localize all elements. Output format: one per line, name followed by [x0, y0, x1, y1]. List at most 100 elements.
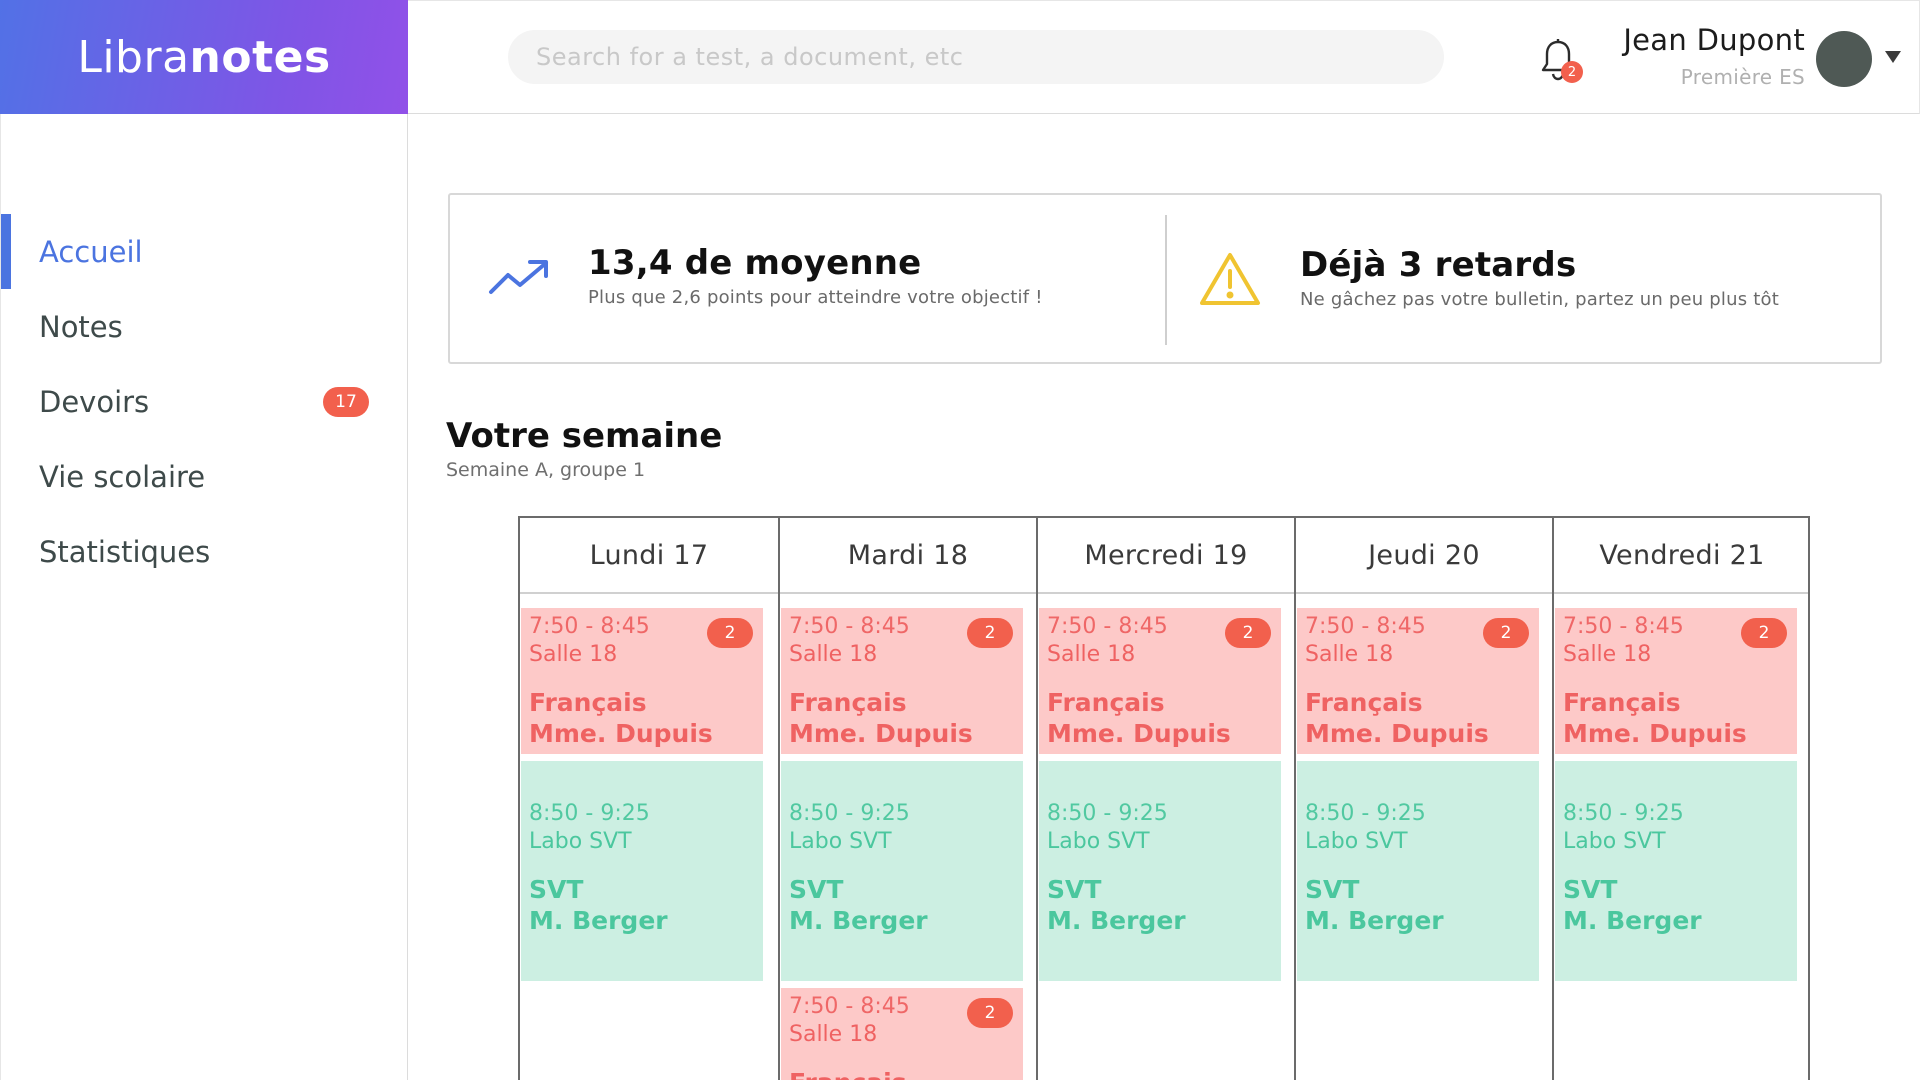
- sidebar-item-label: Vie scolaire: [39, 459, 206, 494]
- slot-time: 8:50 - 9:25: [789, 801, 910, 826]
- schedule-slot[interactable]: 7:50 - 8:45 Salle 18 Français Mme. Dupui…: [521, 608, 763, 754]
- average-subtitle: Plus que 2,6 points pour atteindre votre…: [588, 287, 1043, 308]
- schedule-slot[interactable]: 8:50 - 9:25 Labo SVT SVT M. Berger: [1555, 761, 1797, 981]
- slot-room: Salle 18: [1047, 642, 1136, 667]
- logo-text-light: Libra: [77, 31, 190, 83]
- slot-room: Salle 18: [1305, 642, 1394, 667]
- slot-time: 7:50 - 8:45: [789, 614, 910, 639]
- slot-time: 7:50 - 8:45: [1563, 614, 1684, 639]
- avatar[interactable]: [1816, 31, 1872, 87]
- slot-subject: Français: [789, 1068, 907, 1080]
- slot-subject: SVT: [1563, 875, 1618, 904]
- slot-time: 7:50 - 8:45: [789, 994, 910, 1019]
- slot-badge: 2: [967, 618, 1013, 648]
- slot-time: 7:50 - 8:45: [529, 614, 650, 639]
- day-column-mardi: Mardi 18 7:50 - 8:45 Salle 18 Français M…: [778, 518, 1036, 1080]
- sidebar-item-label: Notes: [39, 309, 123, 344]
- slot-room: Salle 18: [529, 642, 618, 667]
- sidebar-item-label: Devoirs: [39, 384, 150, 419]
- slot-badge: 2: [1225, 618, 1271, 648]
- slot-time: 7:50 - 8:45: [1047, 614, 1168, 639]
- schedule-slot[interactable]: 8:50 - 9:25 Labo SVT SVT M. Berger: [1297, 761, 1539, 981]
- slot-subject: SVT: [1305, 875, 1360, 904]
- week-title: Votre semaine: [446, 416, 723, 456]
- slot-teacher: Mme. Dupuis: [1047, 719, 1231, 748]
- sidebar-item-devoirs[interactable]: Devoirs 17: [1, 364, 408, 439]
- slot-room: Labo SVT: [1563, 829, 1666, 854]
- slot-teacher: M. Berger: [1563, 906, 1702, 935]
- delays-title: Déjà 3 retards: [1300, 245, 1577, 285]
- sidebar-item-statistiques[interactable]: Statistiques: [1, 514, 408, 589]
- trend-up-icon: [489, 260, 548, 294]
- stats-card: 13,4 de moyenne Plus que 2,6 points pour…: [448, 193, 1882, 364]
- slot-subject: SVT: [789, 875, 844, 904]
- top-header: 2 Jean Dupont Première ES: [408, 0, 1920, 114]
- search-input[interactable]: [536, 43, 1416, 71]
- chevron-down-icon[interactable]: [1885, 51, 1901, 63]
- schedule-slot[interactable]: 7:50 - 8:45 Salle 18 Français Mme. Dupui…: [1555, 608, 1797, 754]
- schedule-slot[interactable]: 7:50 - 8:45 Salle 18 Français 2: [781, 988, 1023, 1080]
- day-column-mercredi: Mercredi 19 7:50 - 8:45 Salle 18 Françai…: [1036, 518, 1294, 1080]
- schedule-slot[interactable]: 8:50 - 9:25 Labo SVT SVT M. Berger: [781, 761, 1023, 981]
- slot-subject: Français: [789, 688, 907, 717]
- slot-teacher: Mme. Dupuis: [1563, 719, 1747, 748]
- slot-teacher: M. Berger: [529, 906, 668, 935]
- slot-room: Labo SVT: [789, 829, 892, 854]
- app-logo[interactable]: Libra notes: [0, 0, 408, 114]
- user-name[interactable]: Jean Dupont: [1623, 23, 1805, 57]
- slot-room: Labo SVT: [1047, 829, 1150, 854]
- slot-teacher: Mme. Dupuis: [529, 719, 713, 748]
- slot-teacher: M. Berger: [1305, 906, 1444, 935]
- slot-badge: 2: [707, 618, 753, 648]
- slot-badge: 2: [1483, 618, 1529, 648]
- day-header: Mardi 18: [780, 518, 1036, 594]
- slot-time: 8:50 - 9:25: [1047, 801, 1168, 826]
- notification-badge: 2: [1561, 61, 1583, 83]
- slot-room: Salle 18: [789, 642, 878, 667]
- slot-room: Labo SVT: [529, 829, 632, 854]
- warning-icon: [1200, 253, 1260, 305]
- sidebar-item-accueil[interactable]: Accueil: [1, 214, 408, 289]
- slot-teacher: M. Berger: [789, 906, 928, 935]
- slot-time: 7:50 - 8:45: [1305, 614, 1426, 639]
- schedule-slot[interactable]: 8:50 - 9:25 Labo SVT SVT M. Berger: [521, 761, 763, 981]
- slot-subject: Français: [529, 688, 647, 717]
- schedule-slot[interactable]: 7:50 - 8:45 Salle 18 Français Mme. Dupui…: [1039, 608, 1281, 754]
- slot-teacher: Mme. Dupuis: [1305, 719, 1489, 748]
- slot-teacher: M. Berger: [1047, 906, 1186, 935]
- logo-text-bold: notes: [189, 31, 331, 83]
- slot-subject: Français: [1563, 688, 1681, 717]
- slot-teacher: Mme. Dupuis: [789, 719, 973, 748]
- devoirs-count-badge: 17: [323, 386, 369, 417]
- schedule-slot[interactable]: 8:50 - 9:25 Labo SVT SVT M. Berger: [1039, 761, 1281, 981]
- day-header: Lundi 17: [520, 518, 778, 594]
- sidebar-item-vie-scolaire[interactable]: Vie scolaire: [1, 439, 408, 514]
- schedule-slot[interactable]: 7:50 - 8:45 Salle 18 Français Mme. Dupui…: [781, 608, 1023, 754]
- slot-room: Labo SVT: [1305, 829, 1408, 854]
- slot-room: Salle 18: [789, 1022, 878, 1047]
- day-column-vendredi: Vendredi 21 7:50 - 8:45 Salle 18 Françai…: [1552, 518, 1808, 1080]
- day-header: Vendredi 21: [1554, 518, 1808, 594]
- stats-divider: [1165, 215, 1167, 345]
- week-subtitle: Semaine A, groupe 1: [446, 459, 646, 481]
- slot-time: 8:50 - 9:25: [529, 801, 650, 826]
- slot-room: Salle 18: [1563, 642, 1652, 667]
- slot-badge: 2: [1741, 618, 1787, 648]
- sidebar: Accueil Notes Devoirs 17 Vie scolaire St…: [0, 114, 408, 1080]
- slot-time: 8:50 - 9:25: [1305, 801, 1426, 826]
- slot-subject: SVT: [529, 875, 584, 904]
- slot-badge: 2: [967, 998, 1013, 1028]
- search-bar[interactable]: [508, 30, 1444, 84]
- slot-subject: Français: [1047, 688, 1165, 717]
- day-column-jeudi: Jeudi 20 7:50 - 8:45 Salle 18 Français M…: [1294, 518, 1552, 1080]
- schedule-slot[interactable]: 7:50 - 8:45 Salle 18 Français Mme. Dupui…: [1297, 608, 1539, 754]
- slot-time: 8:50 - 9:25: [1563, 801, 1684, 826]
- day-column-lundi: Lundi 17 7:50 - 8:45 Salle 18 Français M…: [520, 518, 778, 1080]
- slot-subject: Français: [1305, 688, 1423, 717]
- slot-subject: SVT: [1047, 875, 1102, 904]
- sidebar-item-notes[interactable]: Notes: [1, 289, 408, 364]
- day-header: Jeudi 20: [1296, 518, 1552, 594]
- user-class: Première ES: [1680, 65, 1805, 89]
- average-title: 13,4 de moyenne: [588, 243, 922, 283]
- week-calendar: Lundi 17 7:50 - 8:45 Salle 18 Français M…: [518, 516, 1810, 1080]
